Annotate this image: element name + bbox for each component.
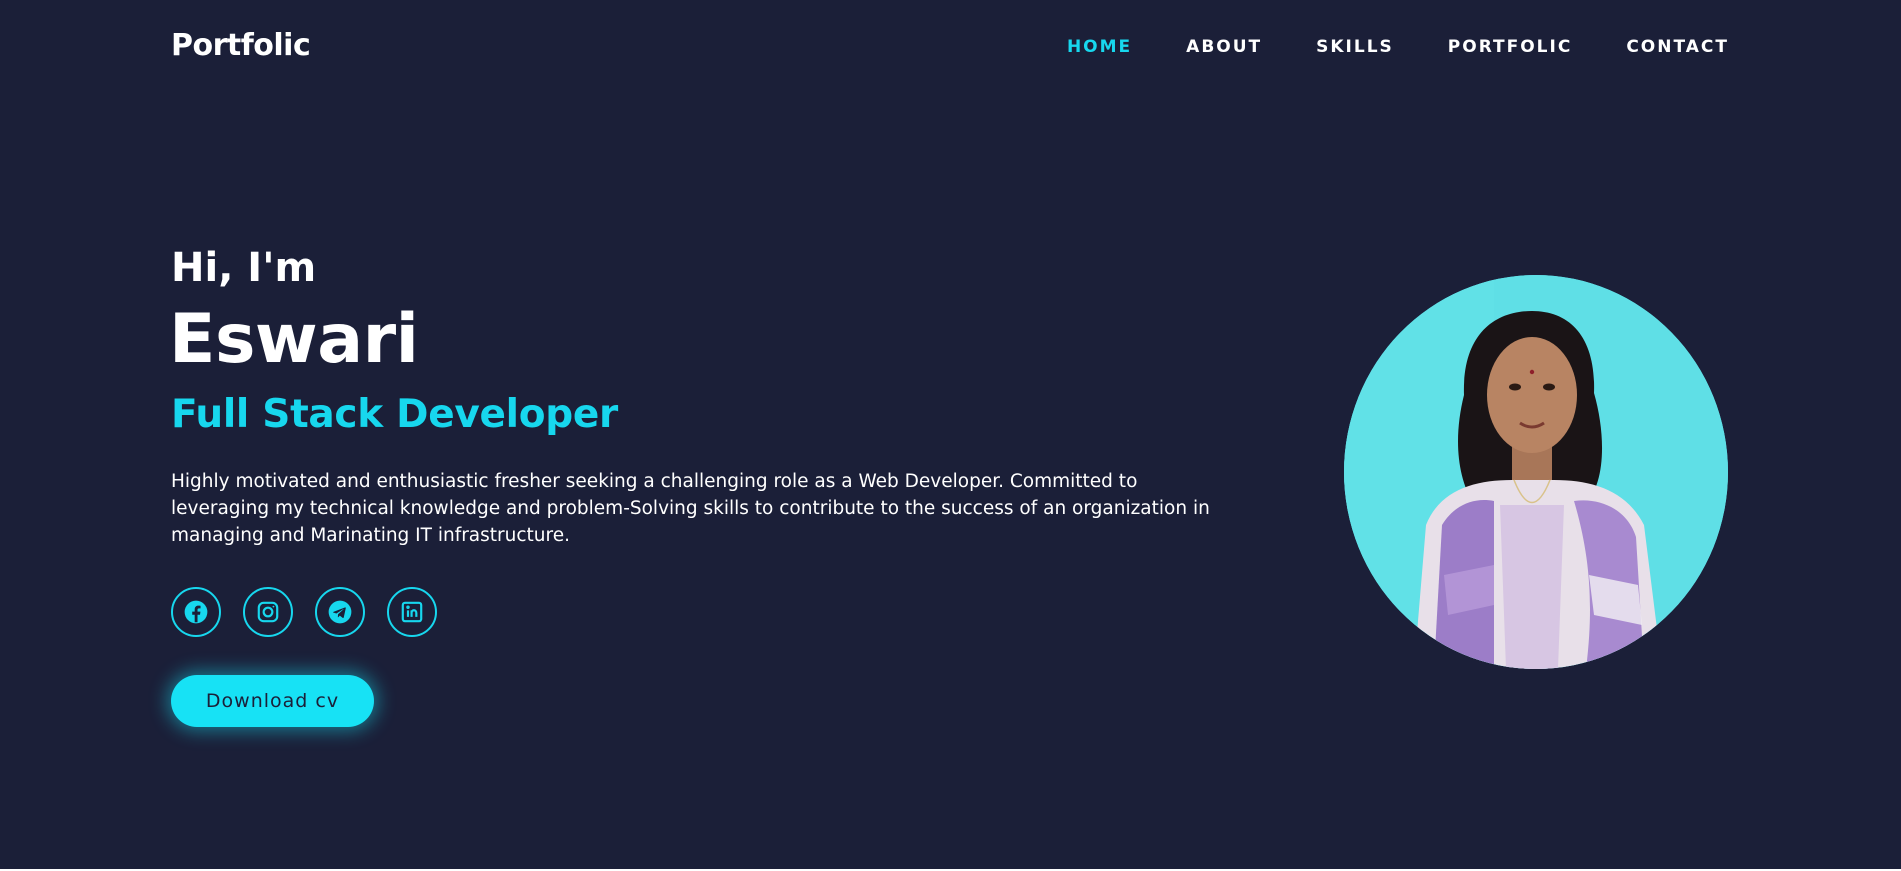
nav-home[interactable]: HOME: [1067, 37, 1132, 57]
main-nav: HOME ABOUT SKILLS PORTFOLIC CONTACT: [1067, 37, 1729, 57]
linkedin-icon: [399, 599, 425, 625]
instagram-icon: [255, 599, 281, 625]
facebook-icon: [183, 599, 209, 625]
nav-about[interactable]: ABOUT: [1186, 37, 1262, 57]
page: Portfolic HOME ABOUT SKILLS PORTFOLIC CO…: [0, 0, 1901, 871]
download-cv-button[interactable]: Download cv: [171, 675, 374, 727]
instagram-link[interactable]: [243, 587, 293, 637]
nav-portfolic[interactable]: PORTFOLIC: [1448, 37, 1573, 57]
header: Portfolic HOME ABOUT SKILLS PORTFOLIC CO…: [0, 0, 1901, 95]
nav-skills[interactable]: SKILLS: [1316, 37, 1394, 57]
profile-photo: [1344, 275, 1728, 669]
nav-contact[interactable]: CONTACT: [1626, 37, 1729, 57]
telegram-icon: [327, 599, 353, 625]
hero-name: Eswari: [169, 300, 419, 379]
linkedin-link[interactable]: [387, 587, 437, 637]
facebook-link[interactable]: [171, 587, 221, 637]
greeting: Hi, I'm: [171, 245, 317, 291]
hero-bio: Highly motivated and enthusiastic freshe…: [171, 471, 1210, 546]
logo[interactable]: Portfolic: [171, 28, 311, 63]
social-links: [171, 587, 437, 637]
hero-role: Full Stack Developer: [171, 392, 618, 437]
telegram-link[interactable]: [315, 587, 365, 637]
